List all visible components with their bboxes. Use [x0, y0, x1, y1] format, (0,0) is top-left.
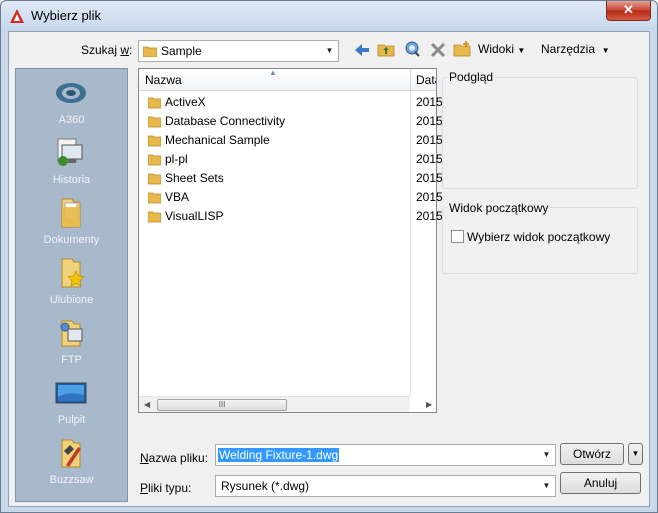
lookin-value: Sample	[161, 44, 202, 58]
list-item[interactable]: VBA 2015	[139, 188, 443, 207]
place-desktop[interactable]: Pulpit	[16, 373, 127, 433]
folder-icon	[148, 135, 161, 147]
file-dialog-window: Wybierz plik ✕ Szukaj w: Sample ▼ Widoki…	[0, 0, 658, 513]
lookin-dropdown[interactable]: Sample ▼	[138, 40, 339, 62]
horizontal-scrollbar[interactable]: ◀ III ▶	[139, 396, 432, 412]
file-date: 2015	[416, 152, 443, 166]
file-list: Nazwa ▲ Data ActiveX 2015 Database Conne…	[138, 68, 443, 413]
place-favorites[interactable]: Ulubione	[16, 253, 127, 313]
ftp-icon	[60, 320, 83, 347]
search-web-icon[interactable]	[403, 40, 421, 58]
history-icon	[57, 138, 83, 166]
chevron-down-icon[interactable]: ▼	[538, 476, 555, 496]
folder-icon	[148, 154, 161, 166]
place-documents[interactable]: Dokumenty	[16, 193, 127, 253]
folder-icon	[148, 192, 161, 204]
dialog-body: Szukaj w: Sample ▼ Widoki ▼ Narzędzia ▼ …	[8, 31, 650, 507]
place-history[interactable]: Historia	[16, 133, 127, 193]
scrollbar-thumb[interactable]: III	[157, 399, 287, 411]
column-header-name[interactable]: Nazwa ▲	[139, 68, 411, 91]
folder-icon	[143, 46, 157, 57]
file-date: 2015	[416, 190, 443, 204]
place-label: Buzzsaw	[49, 474, 94, 486]
cloud-icon	[56, 83, 86, 103]
tools-chevron-down-icon: ▼	[601, 46, 610, 55]
folder-icon	[148, 116, 161, 128]
open-button[interactable]: Otwórz	[560, 443, 624, 465]
cancel-button[interactable]: Anuluj	[560, 472, 641, 494]
preview-panel	[442, 77, 638, 189]
column-divider	[410, 91, 411, 396]
chevron-down-icon[interactable]: ▼	[321, 41, 338, 61]
place-label: Ulubione	[49, 294, 94, 306]
place-label: Historia	[52, 174, 91, 186]
sort-ascending-icon: ▲	[269, 68, 277, 77]
file-name: Sheet Sets	[165, 171, 224, 185]
place-buzzsaw[interactable]: Buzzsaw	[16, 433, 127, 493]
list-item[interactable]: ActiveX 2015	[139, 93, 443, 112]
column-header-date[interactable]: Data	[411, 69, 436, 91]
place-label: Pulpit	[57, 414, 86, 426]
file-name: VBA	[165, 190, 190, 204]
title-bar[interactable]: Wybierz plik ✕	[1, 1, 657, 31]
file-name: pl-pl	[165, 152, 188, 166]
delete-icon[interactable]	[429, 41, 447, 59]
list-item[interactable]: Sheet Sets 2015	[139, 169, 443, 188]
filetype-label: Pliki typu:	[140, 481, 192, 495]
documents-folder-icon	[61, 198, 81, 228]
preview-title: Podgląd	[447, 70, 496, 84]
up-folder-icon[interactable]	[377, 40, 395, 58]
autocad-logo-icon	[10, 9, 24, 23]
file-date: 2015	[416, 209, 443, 223]
filename-input[interactable]: Welding Fixture-1.dwg ▼	[215, 444, 556, 466]
file-name: ActiveX	[165, 95, 206, 109]
scroll-right-icon[interactable]: ▶	[426, 400, 432, 409]
folder-icon	[148, 211, 161, 223]
list-item[interactable]: Mechanical Sample 2015	[139, 131, 443, 150]
initial-view-checkbox-label[interactable]: Wybierz widok początkowy	[467, 230, 610, 244]
close-button[interactable]: ✕	[606, 1, 651, 21]
open-options-button[interactable]: ▼	[628, 443, 643, 465]
initial-view-title: Widok początkowy	[447, 201, 551, 215]
scroll-left-icon[interactable]: ◀	[144, 400, 150, 409]
place-label: A360	[58, 114, 85, 126]
lookin-label: Szukaj w:	[81, 43, 133, 57]
file-name: VisualLISP	[165, 209, 224, 223]
list-item[interactable]: VisualLISP 2015	[139, 207, 443, 226]
tools-menu[interactable]: Narzędzia ▼	[541, 42, 610, 56]
chevron-down-icon: ▼	[631, 449, 640, 458]
filename-label: Nazwa pliku:	[140, 451, 209, 465]
list-item[interactable]: pl-pl 2015	[139, 150, 443, 169]
views-menu[interactable]: Widoki ▼	[478, 42, 525, 56]
window-title: Wybierz plik	[31, 8, 101, 23]
filename-value: Welding Fixture-1.dwg	[218, 448, 340, 462]
filetype-dropdown[interactable]: Rysunek (*.dwg) ▼	[215, 475, 556, 497]
place-label: FTP	[61, 354, 82, 366]
file-name: Database Connectivity	[165, 114, 286, 128]
folder-icon	[148, 173, 161, 185]
folder-icon	[148, 97, 161, 109]
file-name: Mechanical Sample	[165, 133, 270, 147]
place-a360[interactable]: A360	[16, 73, 127, 133]
column-date-label: Data	[416, 73, 436, 87]
places-bar: A360 Historia Dokumenty Ulubione FTP Pul…	[15, 68, 128, 502]
back-arrow-icon[interactable]	[353, 41, 371, 59]
chevron-down-icon[interactable]: ▼	[538, 445, 555, 465]
buzzsaw-icon	[61, 439, 81, 468]
filetype-value: Rysunek (*.dwg)	[221, 479, 310, 493]
favorites-folder-icon	[61, 258, 85, 288]
views-chevron-down-icon: ▼	[517, 46, 526, 55]
new-folder-icon[interactable]	[453, 40, 471, 58]
column-name-label: Nazwa	[145, 73, 182, 87]
file-date: 2015	[416, 114, 443, 128]
desktop-icon	[55, 382, 87, 404]
initial-view-checkbox[interactable]	[451, 230, 464, 243]
place-label: Dokumenty	[43, 234, 100, 246]
file-date: 2015	[416, 171, 443, 185]
file-date: 2015	[416, 133, 443, 147]
list-item[interactable]: Database Connectivity 2015	[139, 112, 443, 131]
file-date: 2015	[416, 95, 443, 109]
place-ftp[interactable]: FTP	[16, 313, 127, 373]
